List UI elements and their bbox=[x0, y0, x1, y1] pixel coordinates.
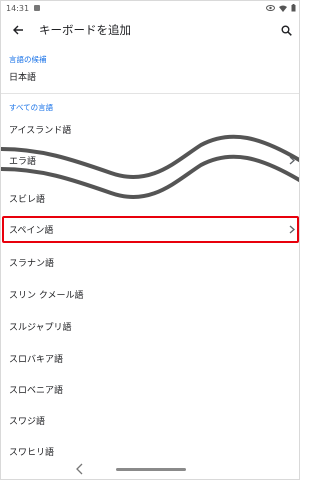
list-item[interactable]: スリン クメール語 bbox=[1, 283, 299, 305]
list-item-label: スラナン語 bbox=[9, 258, 55, 269]
list-item-label: スロバキア語 bbox=[9, 354, 64, 365]
status-bar: 14:31 bbox=[1, 1, 299, 15]
list-item[interactable]: スロベニア語 bbox=[1, 378, 299, 400]
system-nav-bar bbox=[1, 459, 299, 479]
list-item-label: スペイン語 bbox=[9, 225, 54, 236]
back-button[interactable] bbox=[1, 15, 35, 45]
list-item[interactable]: スワジ語 bbox=[1, 409, 299, 431]
section-divider bbox=[1, 93, 299, 94]
list-item-label: スワヒリ語 bbox=[9, 447, 55, 458]
list-item-spanish[interactable]: スペイン語 bbox=[1, 218, 299, 240]
list-item-label: スルジャプリ語 bbox=[9, 322, 72, 333]
list-item[interactable]: スルジャプリ語 bbox=[1, 315, 299, 337]
chevron-right-icon bbox=[288, 224, 296, 234]
nav-back-icon[interactable] bbox=[75, 463, 85, 475]
list-item-label: スロベニア語 bbox=[9, 385, 64, 396]
page-title: キーボードを追加 bbox=[39, 23, 131, 37]
list-item-label: スワジ語 bbox=[9, 416, 46, 427]
battery-icon bbox=[291, 4, 296, 12]
visibility-icon bbox=[266, 5, 275, 11]
list-item-suggested[interactable]: 日本語 bbox=[1, 65, 299, 87]
search-icon bbox=[281, 25, 292, 36]
app-bar: キーボードを追加 bbox=[1, 15, 299, 45]
notification-icon bbox=[34, 5, 41, 11]
home-handle[interactable] bbox=[116, 468, 186, 471]
status-time: 14:31 bbox=[6, 3, 30, 13]
suggested-languages-header: 言語の候補 bbox=[9, 55, 47, 64]
list-item-label: 日本語 bbox=[9, 72, 37, 83]
search-button[interactable] bbox=[271, 15, 299, 45]
list-item[interactable]: スラナン語 bbox=[1, 251, 299, 273]
all-languages-header: すべての言語 bbox=[9, 103, 54, 112]
screen: 14:31 キーボードを追加 言語の候補 日本語 すべての言語 アイスランド語 … bbox=[0, 0, 300, 480]
list-item[interactable]: スロバキア語 bbox=[1, 347, 299, 369]
back-arrow-icon bbox=[13, 25, 23, 35]
scroll-break-wave bbox=[1, 134, 299, 199]
list-item-label: スリン クメール語 bbox=[9, 290, 84, 301]
wifi-icon bbox=[279, 5, 287, 12]
